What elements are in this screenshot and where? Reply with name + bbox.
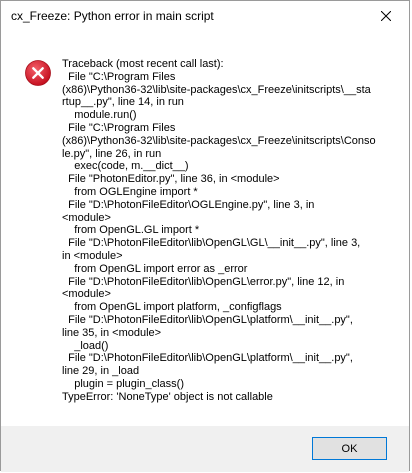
dialog-window: cx_Freeze: Python error in main script T… [0,0,410,472]
message-line: plugin = plugin_class() [62,377,184,390]
window-title: cx_Freeze: Python error in main script [11,9,214,23]
ok-button[interactable]: OK [312,437,387,460]
message-line: in <module> [62,249,123,262]
message-line: File "D:\PhotonFileEditor\lib\OpenGL\pla… [62,313,353,326]
message-line: from OpenGL import platform, _configflag… [62,301,282,314]
message-line: from OGLEngine import * [62,185,198,198]
message-line: File "D:\PhotonFileEditor\OGLEngine.py",… [62,198,315,211]
dialog-content: Traceback (most recent call last): File … [1,31,409,426]
close-icon [381,11,391,21]
message-line: exec(code, m.__dict__) [62,160,189,173]
error-icon [25,60,51,86]
message-line: (x86)\Python36-32\lib\site-packages\cx_F… [62,83,371,96]
message-line: rtup__.py", line 14, in run [62,96,184,109]
message-line: from OpenGL import error as _error [62,262,248,275]
message-line: TypeError: 'NoneType' object is not call… [62,390,273,403]
message-line: le.py", line 26, in run [62,147,162,160]
message-line: File "C:\Program Files [62,70,176,83]
message-line: from OpenGL.GL import * [62,224,200,237]
message-line: line 35, in <module> [62,326,162,339]
message-line: <module> [62,288,111,301]
message-line: File "PhotonEditor.py", line 36, in <mod… [62,173,280,186]
message-line: File "D:\PhotonFileEditor\lib\OpenGL\GL\… [62,237,361,250]
close-button[interactable] [363,1,409,31]
title-bar[interactable]: cx_Freeze: Python error in main script [1,1,409,31]
message-line: Traceback (most recent call last): [62,58,224,70]
message-line: File "C:\Program Files [62,121,176,134]
message-line: <module> [62,211,111,224]
message-line: (x86)\Python36-32\lib\site-packages\cx_F… [62,134,376,147]
message-line: _load() [62,339,109,352]
message-line: File "D:\PhotonFileEditor\lib\OpenGL\pla… [62,352,353,365]
error-message: Traceback (most recent call last): File … [62,58,392,404]
message-line: module.run() [62,109,137,122]
message-line: File "D:\PhotonFileEditor\lib\OpenGL\err… [62,275,345,288]
message-line: line 29, in _load [62,365,140,378]
dialog-footer: OK [1,426,409,472]
